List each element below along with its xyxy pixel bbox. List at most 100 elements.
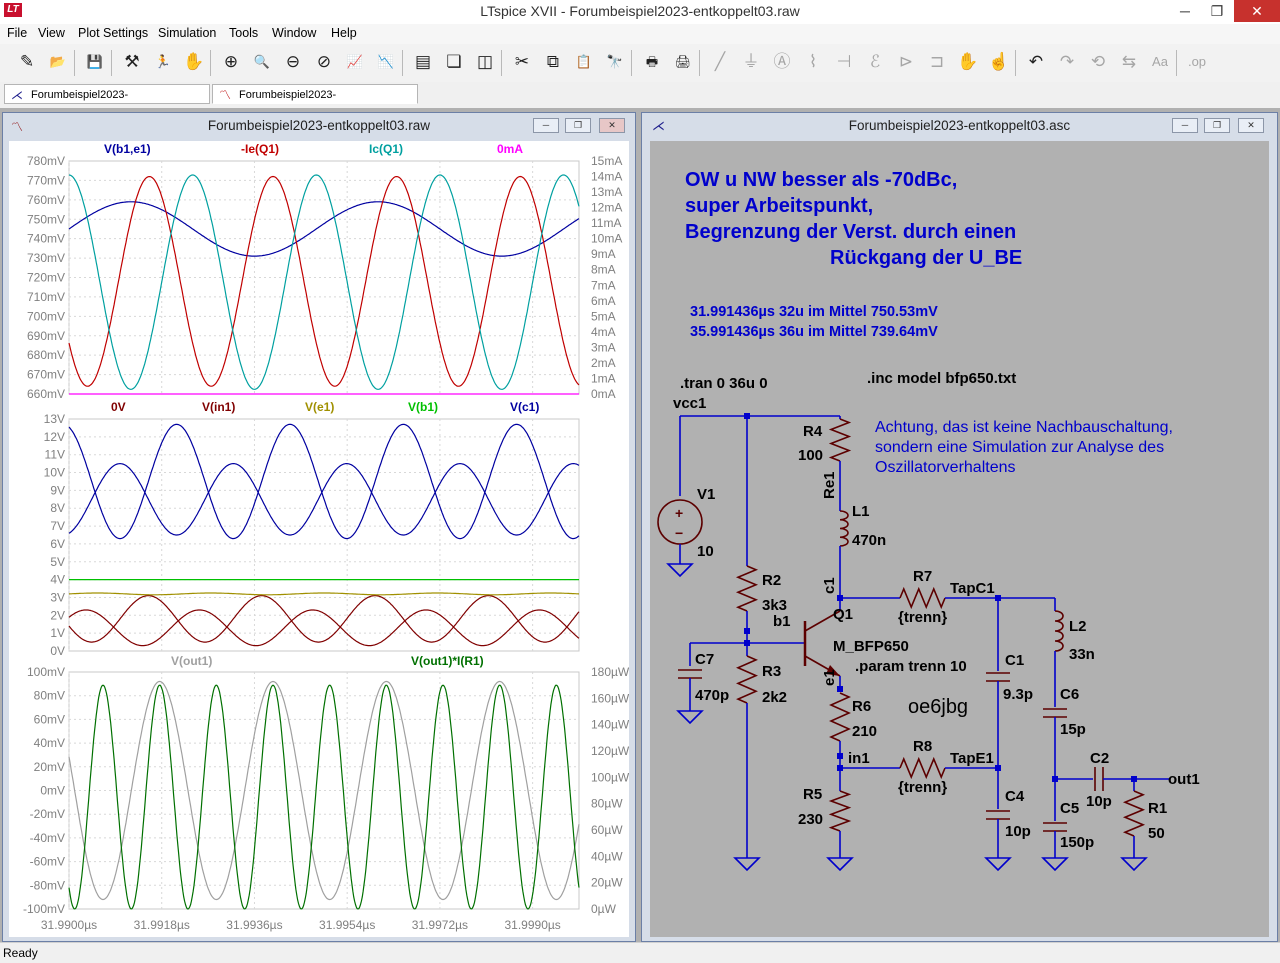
restore-button[interactable]: ❐ (1204, 118, 1230, 133)
resistor-symbol (899, 756, 946, 780)
paste-icon[interactable]: 📋 (571, 49, 597, 75)
move-icon[interactable]: ✋ (955, 49, 981, 75)
restore-button[interactable]: ❐ (565, 118, 591, 133)
part-value: 33n (1069, 646, 1095, 663)
title-bar: LT LTspice XVII - Forumbeispiel2023-entk… (0, 0, 1280, 25)
component-icon[interactable]: ⊐ (924, 49, 950, 75)
capacitor-icon[interactable]: ⊣ (831, 49, 857, 75)
minimize-button[interactable]: ─ (1168, 0, 1202, 22)
menu-plot-settings[interactable]: Plot Settings (78, 26, 148, 40)
part-name: L1 (852, 503, 870, 520)
part-value: 50 (1148, 825, 1165, 842)
part-name: C2 (1090, 750, 1109, 767)
zoom-full-icon[interactable]: ⊘ (311, 49, 337, 75)
schematic-drawing[interactable]: OW u NW besser als -70dBc, super Arbeitsp… (650, 141, 1269, 937)
junction-dot (744, 628, 750, 634)
autorange-icon[interactable]: 📈 (342, 49, 368, 75)
status-bar: Ready (0, 942, 1280, 963)
rotate-icon[interactable]: ⟲ (1085, 49, 1111, 75)
halt-icon[interactable]: ✋ (181, 49, 207, 75)
label-net-icon[interactable]: Ⓐ (769, 49, 795, 75)
y-tick-label: 690mV (27, 329, 65, 343)
tile-horizontal-icon[interactable]: ▤ (410, 49, 436, 75)
waveform-icon: 〽 (219, 88, 232, 102)
menu-simulation[interactable]: Simulation (158, 26, 216, 40)
schematic-canvas[interactable]: OW u NW besser als -70dBc, super Arbeitsp… (650, 141, 1269, 937)
y2-tick-label: 12mA (591, 201, 622, 215)
y-tick-label: 670mV (27, 368, 65, 382)
resistor-icon[interactable]: ⌇ (800, 49, 826, 75)
menu-window[interactable]: Window (272, 26, 316, 40)
y-tick-label: 100mV (27, 665, 65, 679)
zoom-in-icon[interactable]: 🔍 (249, 49, 275, 75)
diode-icon[interactable]: ⊳ (893, 49, 919, 75)
find-icon[interactable]: 🔭 (602, 49, 628, 75)
control-panel-icon[interactable]: ⚒ (119, 49, 145, 75)
y-tick-label: 5V (50, 555, 65, 569)
minimize-button[interactable]: ─ (1172, 118, 1198, 133)
close-button[interactable]: ✕ (1234, 0, 1280, 22)
measure-line: 35.991436µs 36u im Mittel 739.64mV (690, 324, 938, 340)
cut-icon[interactable]: ✂ (509, 49, 535, 75)
tab-schematic[interactable]: ⋌ Forumbeispiel2023-entkoppelt03.asc (4, 84, 210, 121)
part-value: M_BFP650 (833, 638, 909, 655)
menu-tools[interactable]: Tools (229, 26, 258, 40)
spice-directive-icon[interactable]: .op (1184, 49, 1210, 75)
minimize-button[interactable]: ─ (533, 118, 559, 133)
trace-label: -Ie(Q1) (241, 142, 279, 156)
wire-icon[interactable]: ╱ (707, 49, 733, 75)
tab-waveform[interactable]: 〽 Forumbeispiel2023-entkoppelt03.raw (212, 84, 418, 121)
y-tick-label: -60mV (30, 855, 65, 869)
y-tick-label: 730mV (27, 251, 65, 265)
mirror-icon[interactable]: ⇆ (1116, 49, 1142, 75)
menu-help[interactable]: Help (331, 26, 357, 40)
part-value: 3k3 (762, 597, 787, 614)
open-icon[interactable]: 📂 (45, 49, 71, 75)
zoom-area-icon[interactable]: ⊕ (218, 49, 244, 75)
ground-icon[interactable]: ⏚ (738, 49, 764, 75)
toolbar-separator (501, 50, 502, 76)
waveform-chart[interactable]: 780mV 770mV 760mV 750mV 740mV 730mV 720mV 710mV… (9, 141, 630, 937)
copy-icon[interactable]: ⧉ (540, 49, 566, 75)
new-schematic-icon[interactable]: ✎ (14, 49, 40, 75)
y-tick-label: 13V (44, 412, 65, 426)
undo-icon[interactable]: ↶ (1023, 49, 1049, 75)
inductor-icon[interactable]: ℰ (862, 49, 888, 75)
trace-v-out1-i-r1- (68, 684, 580, 910)
y-tick-label: 660mV (27, 387, 65, 401)
close-button[interactable]: ✕ (1238, 118, 1264, 133)
part-value: {trenn} (898, 609, 947, 626)
y2-tick-label: 3mA (591, 340, 616, 354)
drag-icon[interactable]: ☝ (986, 49, 1012, 75)
comment-title-line: OW u NW besser als -70dBc, (685, 169, 957, 191)
trace-v-b1-e1- (68, 201, 580, 257)
junction-dot (837, 753, 843, 759)
inductor-symbol (1054, 610, 1064, 652)
run-icon[interactable]: 🏃 (150, 49, 176, 75)
redo-icon[interactable]: ↷ (1054, 49, 1080, 75)
part-value: 100 (798, 447, 823, 464)
y2-tick-label: 5mA (591, 309, 616, 323)
tile-vertical-icon[interactable]: ◫ (472, 49, 498, 75)
y2-tick-label: 80µW (591, 797, 623, 811)
waveform-plot-area[interactable]: 780mV 770mV 760mV 750mV 740mV 730mV 720mV 710mV… (9, 141, 630, 937)
waveform-window: 〽 Forumbeispiel2023-entkoppelt03.raw ─ ❐… (2, 112, 636, 942)
zoom-out-icon[interactable]: ⊖ (280, 49, 306, 75)
close-button[interactable]: ✕ (599, 118, 625, 133)
part-name: R5 (803, 786, 822, 803)
save-icon[interactable]: 💾 (82, 49, 108, 75)
print-setup-icon[interactable]: 🖨 (670, 49, 696, 75)
menu-view[interactable]: View (38, 26, 65, 40)
restore-button[interactable]: ❐ (1200, 0, 1234, 22)
menu-file[interactable]: File (7, 26, 27, 40)
y-tick-label: 40mV (34, 736, 65, 750)
part-name: R4 (803, 423, 823, 440)
trace-label: 0mA (497, 142, 523, 156)
x-tick-label: 31.9990µs (504, 918, 560, 932)
cascade-icon[interactable]: ❏ (441, 49, 467, 75)
part-value: 230 (798, 811, 823, 828)
pick-traces-icon[interactable]: 📉 (373, 49, 399, 75)
print-icon[interactable]: 🖶 (639, 49, 665, 75)
trace-v-c1- (68, 423, 580, 540)
text-icon[interactable]: Aa (1147, 49, 1173, 75)
